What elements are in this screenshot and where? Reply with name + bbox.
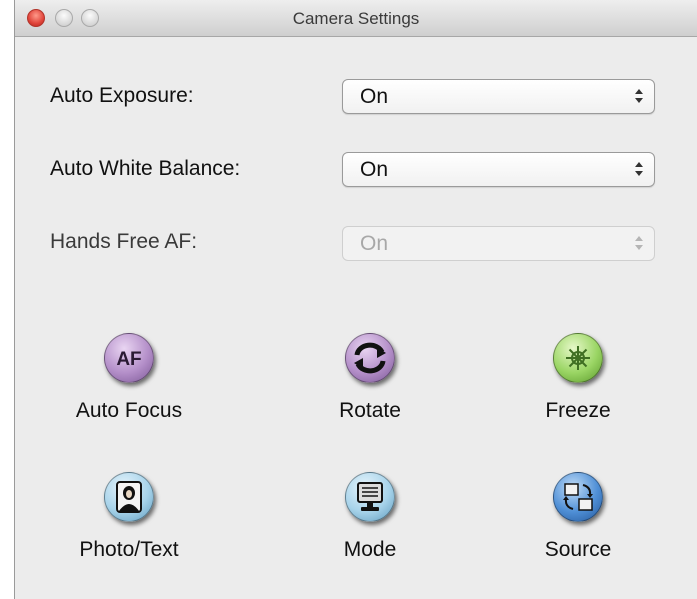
auto-white-balance-value: On xyxy=(360,158,389,181)
svg-text:AF: AF xyxy=(116,349,141,370)
auto-exposure-select[interactable]: On xyxy=(342,79,655,114)
auto-focus-label: Auto Focus xyxy=(75,399,183,422)
updown-arrows-icon xyxy=(635,162,643,176)
freeze-label: Freeze xyxy=(545,399,611,422)
source-button[interactable]: Source xyxy=(468,472,688,582)
title-bar[interactable]: Camera Settings xyxy=(15,0,697,37)
rotate-button[interactable]: Rotate xyxy=(260,333,480,443)
hands-free-af-label: Hands Free AF: xyxy=(50,230,198,253)
auto-white-balance-label: Auto White Balance: xyxy=(50,157,241,180)
photo-text-label: Photo/Text xyxy=(79,538,179,561)
freeze-button[interactable]: Freeze xyxy=(468,333,688,443)
updown-arrows-icon xyxy=(635,89,643,103)
rotate-label: Rotate xyxy=(339,399,401,422)
portrait-icon xyxy=(104,472,154,522)
rotate-icon xyxy=(345,333,395,383)
mode-label: Mode xyxy=(343,538,397,561)
freeze-icon xyxy=(553,333,603,383)
source-switch-icon xyxy=(553,472,603,522)
window-title: Camera Settings xyxy=(292,9,420,28)
auto-white-balance-select[interactable]: On xyxy=(342,152,655,187)
auto-exposure-label: Auto Exposure: xyxy=(50,84,194,107)
monitor-icon xyxy=(345,472,395,522)
source-label: Source xyxy=(544,538,612,561)
hands-free-af-select: On xyxy=(342,226,655,261)
auto-focus-button[interactable]: AF Auto Focus xyxy=(19,333,239,443)
photo-text-button[interactable]: Photo/Text xyxy=(19,472,239,582)
auto-exposure-value: On xyxy=(360,85,389,108)
camera-settings-window: Camera Settings Auto Exposure: On Auto W… xyxy=(14,0,697,599)
hands-free-af-value: On xyxy=(360,232,389,255)
updown-arrows-icon xyxy=(635,236,643,250)
af-icon: AF xyxy=(104,333,154,383)
mode-button[interactable]: Mode xyxy=(260,472,480,582)
